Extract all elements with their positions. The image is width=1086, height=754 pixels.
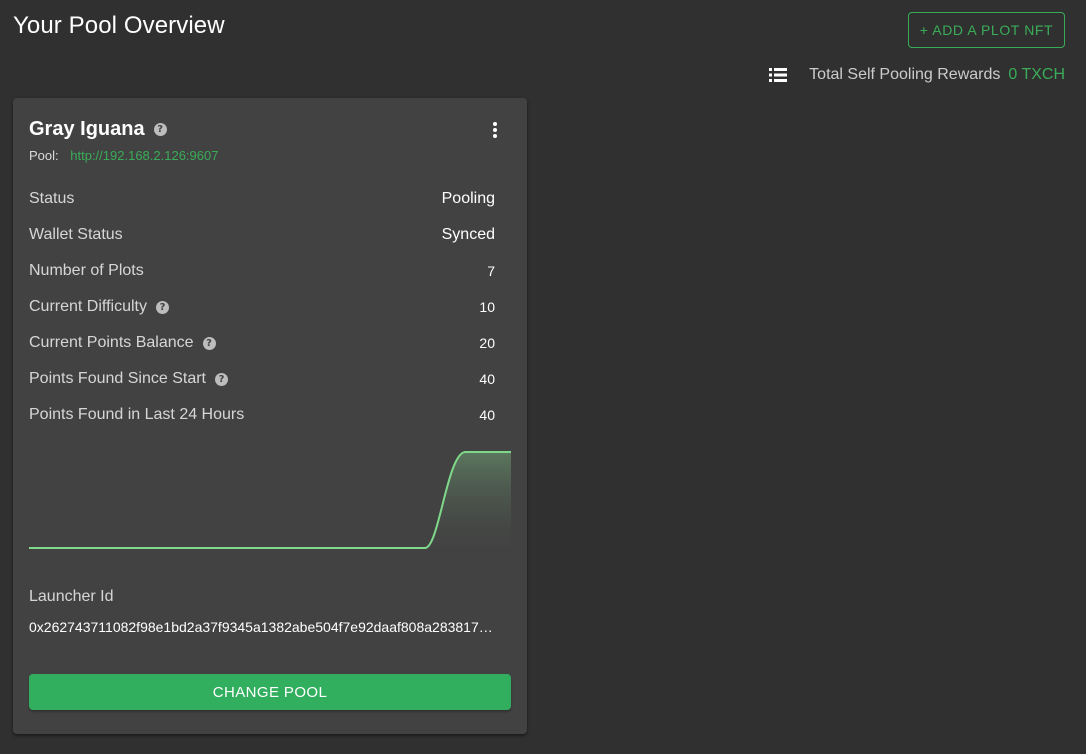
stat-row-current-difficulty: Current Difficulty? 10 [29, 296, 495, 318]
change-pool-button[interactable]: CHANGE POOL [29, 674, 511, 710]
stat-value: 20 [479, 335, 495, 351]
sparkline-area [29, 452, 511, 552]
add-plot-nft-button[interactable]: + ADD A PLOT NFT [908, 12, 1065, 48]
launcher-id-label: Launcher Id [29, 588, 114, 605]
help-icon[interactable]: ? [214, 372, 228, 386]
pool-line: Pool: http://192.168.2.126:9607 [29, 148, 218, 163]
list-icon[interactable] [769, 67, 788, 83]
rewards-label: Total Self Pooling Rewards [809, 66, 1001, 83]
plot-nft-name: Gray Iguana [29, 118, 145, 140]
stat-row-points-last-24-hours: Points Found in Last 24 Hours 40 [29, 404, 495, 426]
points-sparkline [29, 451, 511, 552]
stat-label: Status [29, 190, 75, 207]
pool-url-link[interactable]: http://192.168.2.126:9607 [70, 148, 218, 163]
rewards-value: 0 TXCH [1008, 66, 1065, 83]
stat-label: Points Found Since Start? [29, 370, 228, 388]
stat-row-points-found-since-start: Points Found Since Start? 40 [29, 368, 495, 390]
stat-row-status: Status Pooling [29, 188, 495, 210]
stat-label: Points Found in Last 24 Hours [29, 406, 245, 423]
plot-nft-card: Gray Iguana ? Pool: http://192.168.2.126… [13, 98, 527, 734]
stat-label: Current Difficulty? [29, 298, 169, 316]
help-icon[interactable]: ? [153, 123, 167, 136]
stat-row-wallet-status: Wallet Status Synced [29, 224, 495, 246]
stat-row-current-points-balance: Current Points Balance? 20 [29, 332, 495, 354]
help-icon[interactable]: ? [155, 300, 169, 314]
stat-value: 40 [479, 371, 495, 387]
card-title: Gray Iguana ? [29, 118, 167, 141]
page-title: Your Pool Overview [13, 12, 225, 39]
stat-value: Pooling [441, 190, 495, 207]
stat-value: 10 [479, 299, 495, 315]
pool-label: Pool: [29, 148, 59, 163]
stat-value: 7 [487, 263, 495, 279]
stat-label: Number of Plots [29, 262, 144, 279]
stat-value: 40 [479, 407, 495, 423]
rewards-summary: Total Self Pooling Rewards 0 TXCH [769, 64, 1065, 86]
more-options-icon[interactable] [483, 118, 507, 142]
stat-value: Synced [441, 226, 495, 243]
stat-label: Wallet Status [29, 226, 123, 243]
help-icon[interactable]: ? [202, 336, 216, 350]
stat-row-number-of-plots: Number of Plots 7 [29, 260, 495, 282]
stat-label: Current Points Balance? [29, 334, 216, 352]
launcher-id-value: 0x262743711082f98e1bd2a37f9345a1382abe50… [29, 619, 493, 635]
